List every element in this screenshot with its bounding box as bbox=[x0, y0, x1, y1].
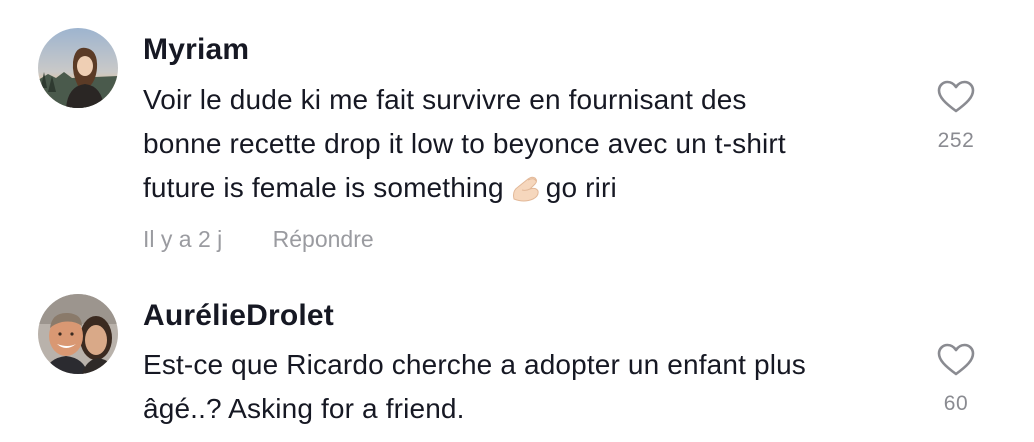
comment-item: Myriam Voir le dude ki me fait survivre … bbox=[0, 0, 1034, 275]
heart-icon[interactable] bbox=[937, 80, 975, 114]
username[interactable]: Myriam bbox=[143, 32, 249, 68]
comment-item: AurélieDrolet Est-ce que Ricardo cherche… bbox=[0, 275, 1034, 442]
like-count: 252 bbox=[937, 129, 975, 152]
avatar[interactable] bbox=[38, 28, 118, 108]
comment-text-fragment: go riri bbox=[545, 172, 617, 203]
avatar[interactable] bbox=[38, 294, 118, 374]
comment-text-line: Est-ce que Ricardo cherche a adopter un … bbox=[143, 349, 806, 380]
like-control[interactable]: 60 bbox=[916, 343, 996, 417]
comment-text: Voir le dude ki me fait survivre en four… bbox=[143, 78, 903, 210]
pinched-fingers-emoji-icon bbox=[512, 176, 539, 202]
reply-button[interactable]: Répondre bbox=[273, 226, 374, 252]
comment-meta: Il y a 2 j Répondre bbox=[143, 224, 374, 254]
comment-timestamp: Il y a 2 j bbox=[143, 226, 223, 252]
comment-text-line: bonne recette drop it low to beyonce ave… bbox=[143, 128, 786, 159]
heart-icon[interactable] bbox=[937, 343, 975, 377]
like-count: 60 bbox=[943, 392, 969, 415]
username[interactable]: AurélieDrolet bbox=[143, 298, 334, 334]
avatar-image bbox=[38, 28, 118, 108]
comment-text-line: âgé..? Asking for a friend. bbox=[143, 393, 465, 424]
comment-text: Est-ce que Ricardo cherche a adopter un … bbox=[143, 343, 903, 431]
comment-text-line: future is female is something go riri bbox=[143, 166, 903, 210]
like-control[interactable]: 252 bbox=[916, 80, 996, 154]
comment-text-line: Voir le dude ki me fait survivre en four… bbox=[143, 84, 747, 115]
avatar-image bbox=[38, 294, 118, 374]
comment-text-fragment: future is female is something bbox=[143, 172, 504, 203]
